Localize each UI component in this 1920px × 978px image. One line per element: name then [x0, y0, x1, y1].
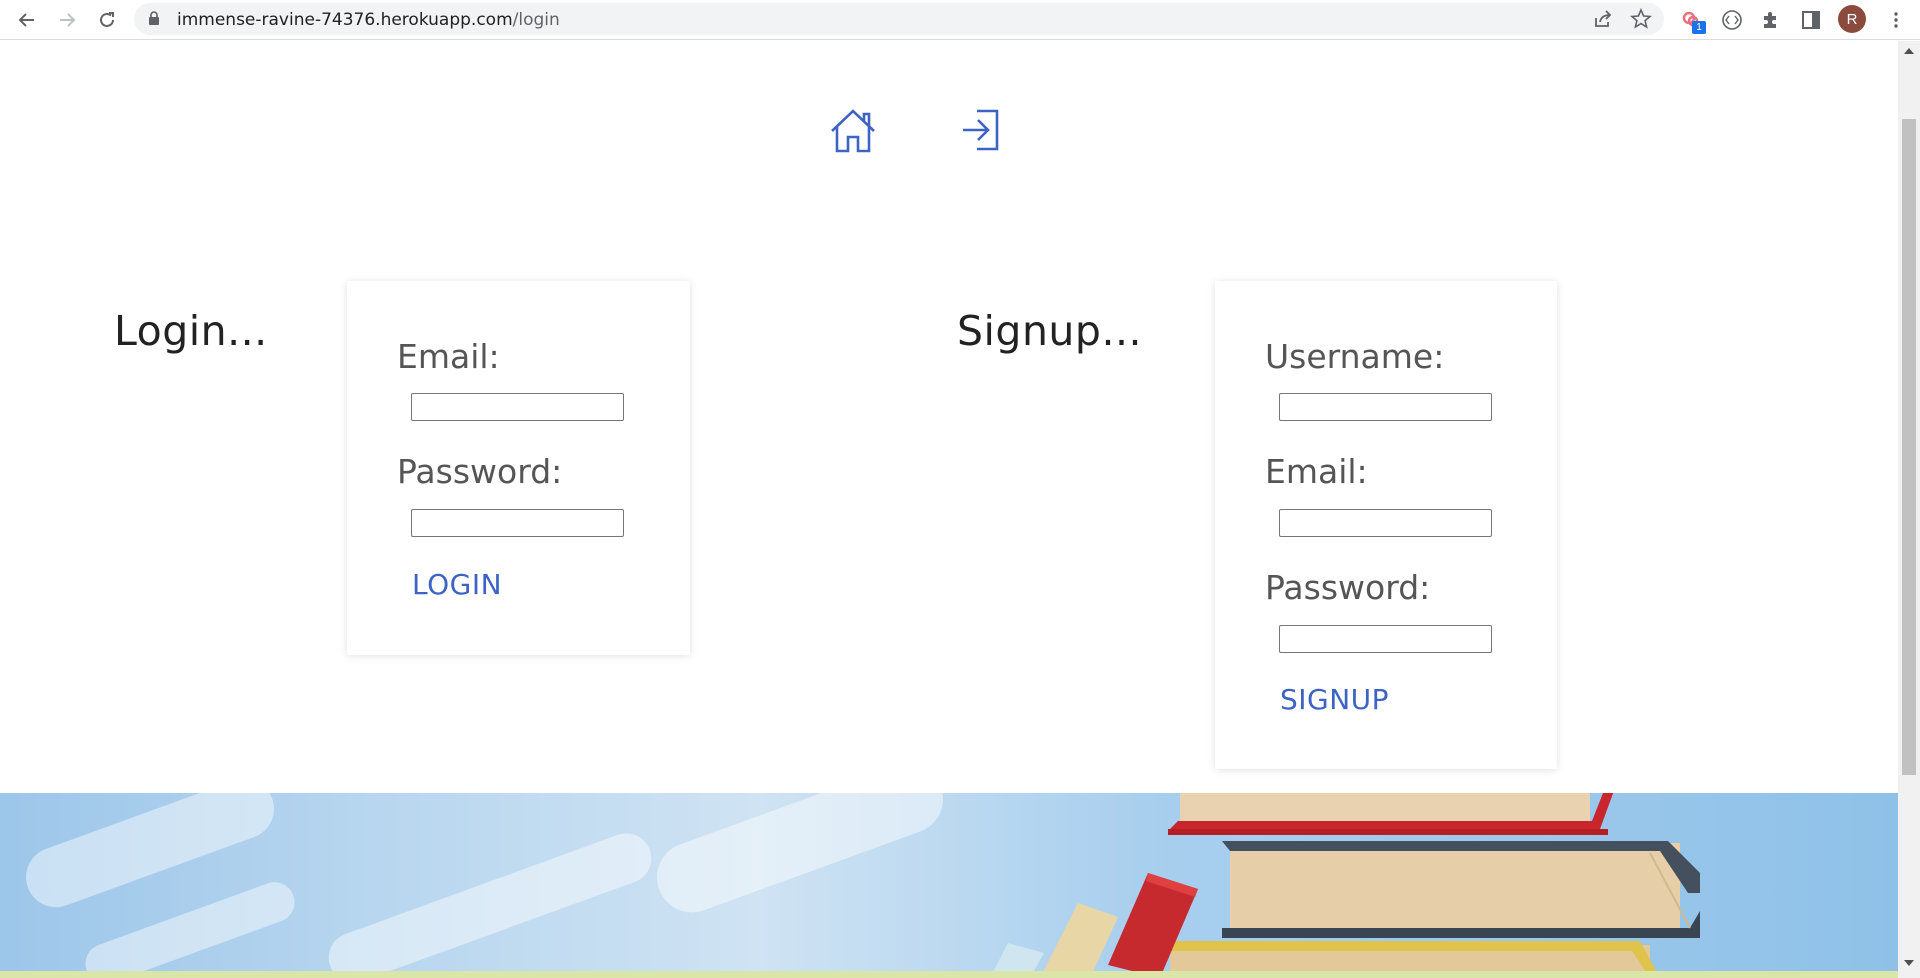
login-password-label: Password: [397, 452, 563, 491]
signup-email-input[interactable] [1279, 509, 1492, 537]
reload-button[interactable] [93, 6, 121, 34]
login-link[interactable] [961, 109, 1001, 156]
signup-password-input[interactable] [1279, 625, 1492, 653]
login-email-input[interactable] [411, 393, 624, 421]
signup-username-label: Username: [1265, 337, 1445, 376]
browser-menu-button[interactable] [1882, 6, 1910, 34]
lock-icon [149, 11, 159, 25]
sign-in-icon [963, 109, 999, 151]
reload-icon [100, 12, 114, 27]
back-button[interactable] [13, 6, 41, 34]
browser-toolbar: immense-ravine-74376.herokuapp.com/login… [0, 0, 1920, 40]
scroll-up-arrow-icon[interactable] [1904, 47, 1914, 55]
signup-button[interactable]: SIGNUP [1280, 683, 1389, 716]
extensions-button[interactable] [1757, 6, 1785, 34]
bookmark-star-icon[interactable] [1630, 8, 1652, 30]
side-panel-icon [1802, 11, 1820, 29]
extension-badge: 1 [1692, 21, 1706, 34]
login-heading: Login... [114, 307, 268, 355]
books-illustration [990, 793, 1700, 978]
login-password-input[interactable] [411, 509, 624, 537]
home-icon [831, 109, 875, 153]
share-icon[interactable] [1592, 8, 1614, 30]
puzzle-icon [1764, 12, 1776, 28]
side-panel-button[interactable] [1797, 6, 1825, 34]
signup-password-label: Password: [1265, 568, 1431, 607]
extension-icon-2[interactable] [1718, 6, 1746, 34]
login-button[interactable]: LOGIN [412, 568, 502, 601]
scrollbar-thumb[interactable] [1902, 119, 1916, 775]
profile-avatar[interactable]: R [1838, 5, 1866, 33]
signup-card: Username: Email: Password: SIGNUP [1215, 281, 1557, 769]
url-host: immense-ravine-74376.herokuapp.com [177, 10, 513, 30]
signup-heading: Signup... [957, 307, 1143, 355]
login-email-label: Email: [397, 337, 500, 376]
books-banner-image [0, 793, 1898, 978]
address-bar[interactable]: immense-ravine-74376.herokuapp.com/login [134, 3, 1664, 35]
page-content: Login... Email: Password: LOGIN Signup..… [0, 41, 1898, 978]
kebab-menu-icon [1894, 12, 1898, 28]
back-arrow-icon [18, 13, 34, 27]
url-path: /login [512, 10, 560, 30]
home-link[interactable] [828, 107, 878, 158]
login-card: Email: Password: LOGIN [347, 281, 690, 655]
page-scrollbar[interactable] [1898, 41, 1920, 978]
code-circle-icon [1722, 10, 1742, 30]
signup-username-input[interactable] [1279, 393, 1492, 421]
banner-bottom-strip [0, 971, 1898, 978]
signup-email-label: Email: [1265, 452, 1368, 491]
scroll-down-arrow-icon[interactable] [1904, 959, 1914, 967]
forward-button[interactable] [53, 6, 81, 34]
address-url[interactable]: immense-ravine-74376.herokuapp.com/login [177, 10, 560, 30]
forward-arrow-icon [60, 13, 76, 27]
